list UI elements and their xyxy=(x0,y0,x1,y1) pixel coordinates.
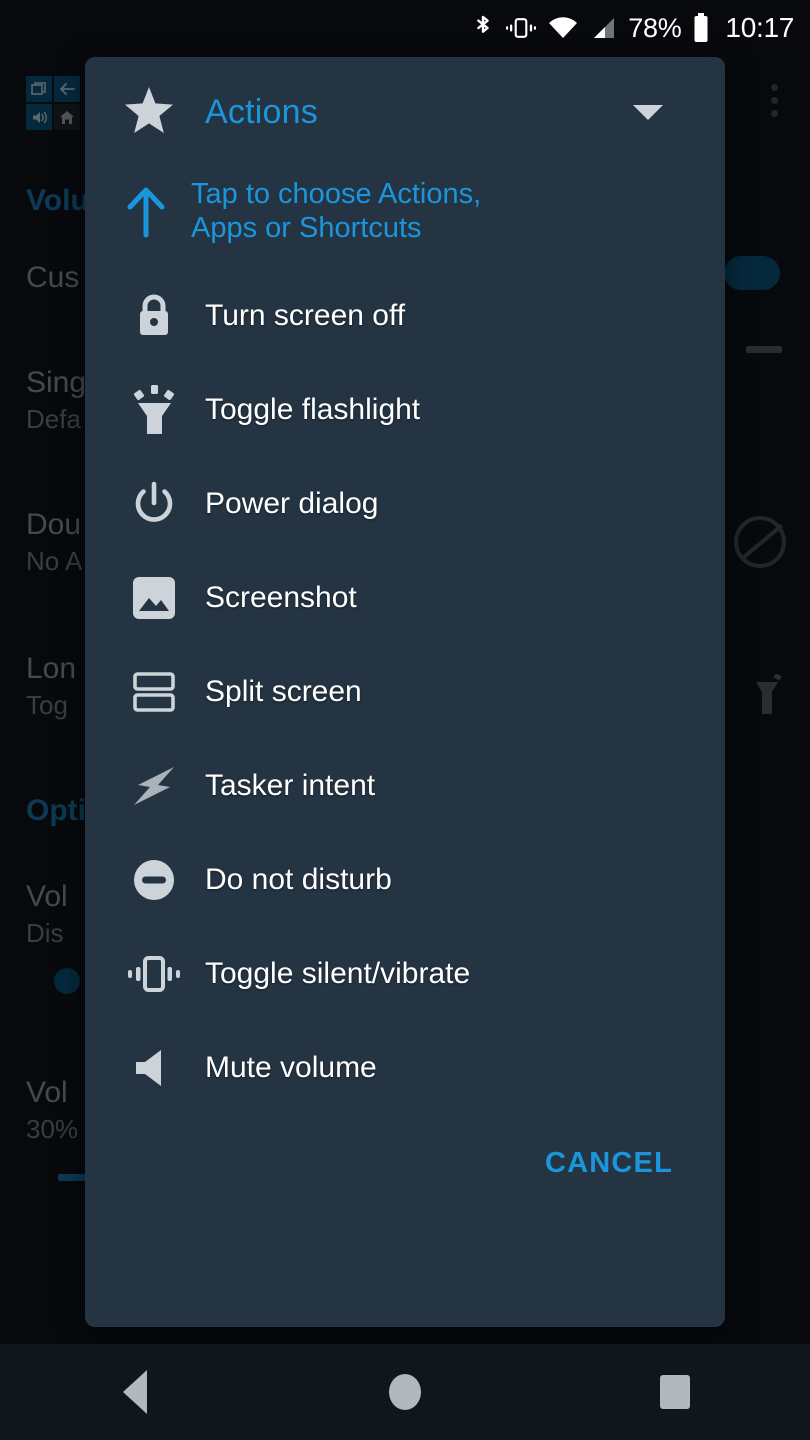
dialog-title: Actions xyxy=(205,92,318,131)
list-item-label: Split screen xyxy=(205,675,362,709)
list-item-label: Toggle silent/vibrate xyxy=(205,957,471,991)
list-item[interactable]: Turn screen off xyxy=(85,269,725,363)
android-nav-bar xyxy=(0,1344,810,1440)
do-not-disturb-icon xyxy=(123,857,185,903)
image-icon xyxy=(123,575,185,621)
status-bar: 78% 10:17 xyxy=(0,0,810,56)
list-item[interactable]: Do not disturb xyxy=(85,833,725,927)
speaker-icon xyxy=(123,1046,185,1090)
list-item-label: Do not disturb xyxy=(205,863,392,897)
vibrate-icon xyxy=(506,14,537,42)
list-item-label: Tasker intent xyxy=(205,769,376,803)
cancel-button[interactable]: CANCEL xyxy=(535,1139,683,1188)
battery-percent: 78% xyxy=(628,12,682,43)
list-item[interactable]: Toggle flashlight xyxy=(85,363,725,457)
back-nav-icon[interactable] xyxy=(75,1344,195,1440)
list-item[interactable]: Tasker intent xyxy=(85,739,725,833)
lightning-bolt-icon xyxy=(123,763,185,809)
arrow-up-icon xyxy=(123,177,169,244)
split-screen-icon xyxy=(123,670,185,714)
list-item-label: Mute volume xyxy=(205,1051,377,1085)
home-nav-icon[interactable] xyxy=(345,1344,465,1440)
status-clock: 10:17 xyxy=(725,12,794,43)
power-icon xyxy=(123,480,185,528)
phone-screen: 78% 10:17 Volu Cus xyxy=(0,0,810,1440)
list-item[interactable]: Screenshot xyxy=(85,551,725,645)
flashlight-icon xyxy=(123,384,185,436)
chooser-text: Tap to choose Actions, Apps or Shortcuts xyxy=(191,178,482,245)
wifi-icon xyxy=(548,16,578,40)
dialog-header[interactable]: Actions xyxy=(85,57,725,167)
action-list: Turn screen off Toggle flashlight Power … xyxy=(85,269,725,1115)
battery-icon xyxy=(693,13,709,43)
caret-down-icon[interactable] xyxy=(633,104,663,120)
vibrate-icon xyxy=(123,951,185,997)
list-item[interactable]: Mute volume xyxy=(85,1021,725,1115)
list-item[interactable]: Power dialog xyxy=(85,457,725,551)
list-item-label: Power dialog xyxy=(205,487,379,521)
star-icon xyxy=(123,85,175,140)
list-item[interactable]: Toggle silent/vibrate xyxy=(85,927,725,1021)
actions-dialog: Actions Tap to choose Actions, Apps or S… xyxy=(85,57,725,1327)
signal-icon xyxy=(590,16,616,40)
bluetooth-icon xyxy=(472,13,494,43)
lock-icon xyxy=(123,292,185,340)
dialog-actions: CANCEL xyxy=(85,1115,725,1211)
list-item-label: Screenshot xyxy=(205,581,357,615)
list-item[interactable]: Split screen xyxy=(85,645,725,739)
chooser-row[interactable]: Tap to choose Actions, Apps or Shortcuts xyxy=(85,167,725,245)
list-item-label: Turn screen off xyxy=(205,299,406,333)
list-item-label: Toggle flashlight xyxy=(205,393,421,427)
recents-nav-icon[interactable] xyxy=(615,1344,735,1440)
